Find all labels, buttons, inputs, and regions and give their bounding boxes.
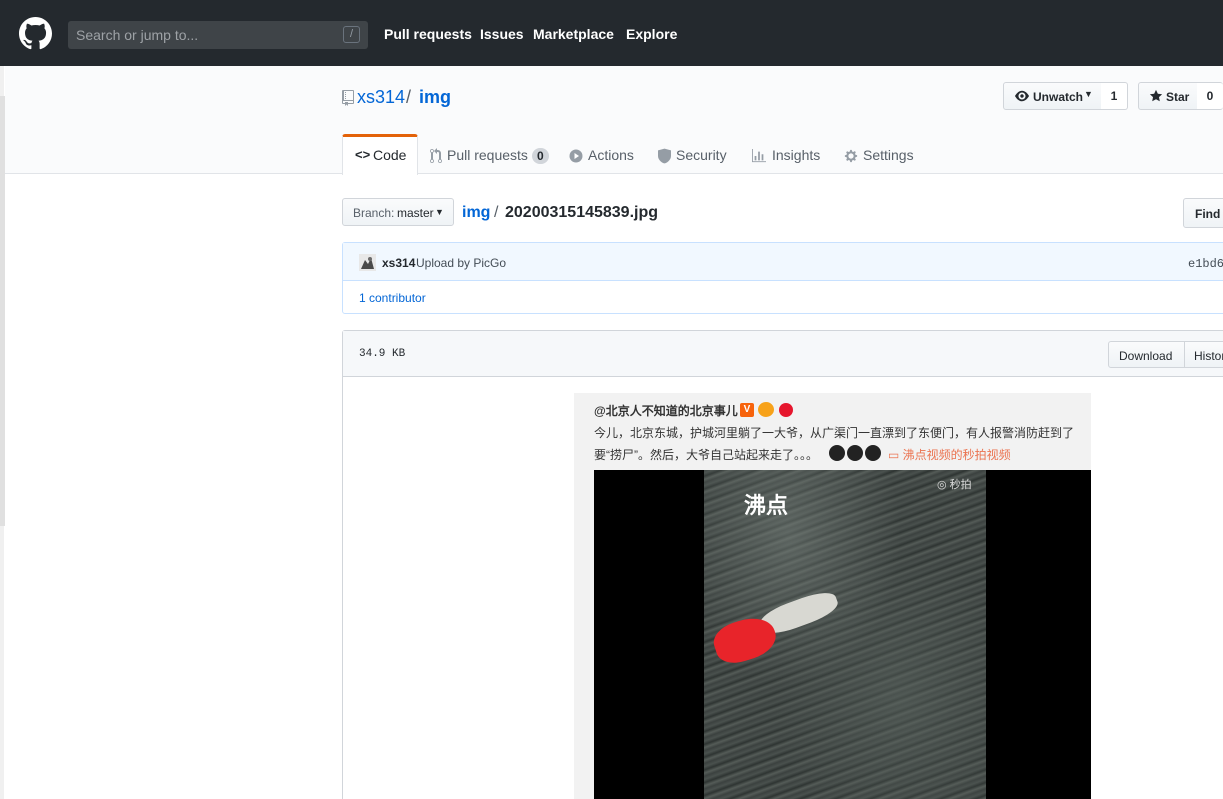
- video-logo: 沸点: [744, 494, 789, 519]
- breadcrumb-root-link[interactable]: img: [462, 204, 490, 222]
- branch-name: master: [397, 206, 434, 220]
- nav-pull-requests[interactable]: Pull requests: [384, 26, 472, 42]
- video-watermark-text: 秒拍: [949, 479, 972, 491]
- tab-actions[interactable]: Actions: [569, 134, 639, 174]
- tab-security[interactable]: Security: [657, 134, 732, 174]
- contributors-link[interactable]: 1 contributor: [359, 291, 426, 305]
- tab-actions-label: Actions: [588, 147, 634, 163]
- nav-explore[interactable]: Explore: [626, 26, 677, 42]
- pull-requests-counter: 0: [532, 148, 549, 164]
- weibo-text-line1: 今儿，北京东城，护城河里躺了一大爷，从广渠门一直漂到了东便门，有人报警消防赶到了: [594, 426, 1075, 440]
- repo-icon: [342, 90, 354, 106]
- unwatch-button[interactable]: Unwatch ▼: [1003, 82, 1102, 110]
- tab-settings[interactable]: Settings: [844, 134, 919, 174]
- avatar[interactable]: [359, 254, 376, 271]
- tab-pull-requests[interactable]: Pull requests 0: [430, 134, 550, 174]
- star-count[interactable]: 0: [1197, 82, 1223, 110]
- global-header: Search or jump to... / Pull requests Iss…: [0, 0, 1223, 66]
- weibo-video-link-text: 沸点视频的秒拍视频: [902, 448, 1011, 462]
- find-file-button[interactable]: Find f: [1183, 198, 1223, 228]
- crown-badge-icon: [758, 402, 774, 417]
- slash-shortcut-key: /: [343, 26, 360, 43]
- star-button[interactable]: Star: [1138, 82, 1198, 110]
- tab-code-label: Code: [373, 147, 407, 163]
- tab-code[interactable]: <> Code: [342, 134, 418, 175]
- commit-sha-link[interactable]: e1bd6: [1188, 257, 1223, 271]
- nav-marketplace[interactable]: Marketplace: [533, 26, 614, 42]
- caret-down-icon: ▼: [1084, 89, 1093, 99]
- video-frame: 沸点 ◎ 秒拍: [594, 470, 1091, 799]
- github-logo-icon[interactable]: [19, 17, 52, 50]
- commit-message-link[interactable]: Upload by PicGo: [416, 256, 506, 270]
- branch-prefix-label: Branch:: [353, 206, 395, 220]
- code-icon: <>: [355, 147, 371, 162]
- unwatch-label: Unwatch: [1033, 90, 1084, 104]
- file-header: 34.9 KB Download Histor: [343, 331, 1223, 377]
- star-icon: [1149, 89, 1163, 102]
- file-size: 34.9 KB: [359, 348, 406, 360]
- tab-pull-requests-label: Pull requests: [447, 147, 528, 163]
- weibo-video-link: ▭ 沸点视频的秒拍视频: [888, 448, 1011, 462]
- emoji-icon: [829, 445, 845, 461]
- repo-owner-link[interactable]: xs314: [357, 87, 405, 108]
- weibo-username: @北京人不知道的北京事儿: [594, 404, 738, 418]
- video-watermark: ◎ 秒拍: [937, 479, 972, 491]
- red-badge-icon: [779, 403, 793, 417]
- commit-author-link[interactable]: xs314: [382, 256, 415, 270]
- gear-icon: [844, 149, 858, 163]
- breadcrumb-separator: /: [494, 204, 499, 221]
- tab-security-label: Security: [676, 147, 727, 163]
- tab-settings-label: Settings: [863, 147, 914, 163]
- branch-select-button[interactable]: Branch: master ▼: [342, 198, 454, 226]
- repo-name-link[interactable]: img: [419, 87, 451, 108]
- emoji-icon: [865, 445, 881, 461]
- git-pull-request-icon: [430, 148, 442, 163]
- search-placeholder: Search or jump to...: [76, 27, 199, 43]
- eye-icon: [1015, 90, 1029, 102]
- commit-tease: xs314 Upload by PicGo e1bd6 1 contributo…: [342, 242, 1223, 314]
- caret-down-icon: ▼: [435, 207, 444, 217]
- verified-badge-icon: V: [740, 403, 754, 417]
- breadcrumb-filename: 20200315145839.jpg: [505, 204, 659, 221]
- watch-count[interactable]: 1: [1101, 82, 1128, 110]
- star-label: Star: [1166, 90, 1190, 104]
- repo-path-separator: /: [406, 87, 412, 107]
- history-button[interactable]: Histor: [1184, 341, 1223, 368]
- nav-issues[interactable]: Issues: [480, 26, 524, 42]
- tab-insights[interactable]: Insights: [751, 134, 826, 174]
- search-input[interactable]: Search or jump to... /: [68, 21, 368, 49]
- play-icon: [569, 149, 583, 163]
- graph-icon: [752, 149, 766, 163]
- shield-icon: [658, 148, 671, 164]
- download-button[interactable]: Download: [1108, 341, 1185, 368]
- river-water-image: 沸点 ◎ 秒拍: [704, 470, 986, 799]
- weibo-text-line2: 要“捞尸”。然后，大爷自己站起来走了。。。: [594, 448, 818, 462]
- rendered-image: @北京人不知道的北京事儿 V 今儿，北京东城，护城河里躺了一大爷，从广渠门一直漂…: [574, 393, 1091, 799]
- tab-insights-label: Insights: [772, 147, 821, 163]
- emoji-icon: [847, 445, 863, 461]
- commit-header: xs314 Upload by PicGo e1bd6: [343, 243, 1223, 281]
